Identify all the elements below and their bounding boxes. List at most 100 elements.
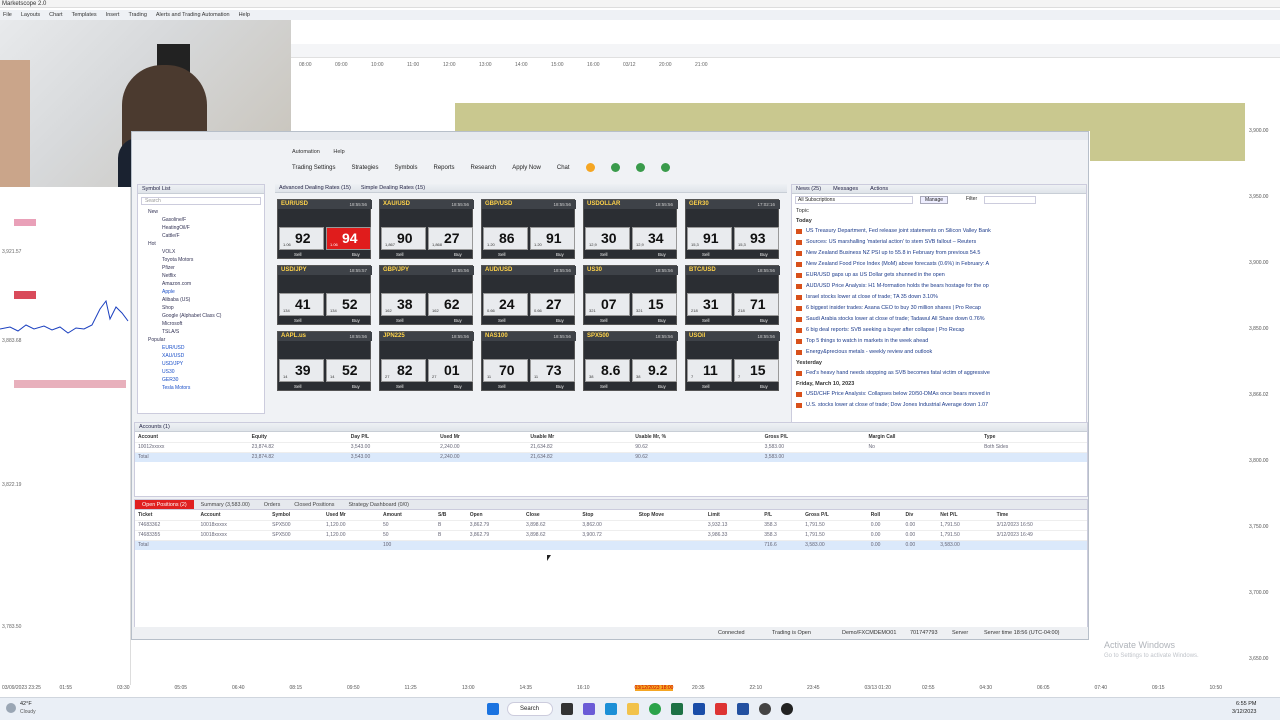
edge-icon[interactable]	[605, 703, 617, 715]
news-item[interactable]: 6 biggest insider trades: Asana CEO to b…	[792, 303, 1086, 314]
table-row[interactable]: 10012xxxxx 23,874.82 3,543.00 2,240.00 21,63…	[135, 441, 1087, 452]
toolbar-strategies-button[interactable]: Strategies	[351, 160, 378, 176]
buy-label[interactable]: Buy	[658, 383, 666, 391]
buy-label[interactable]: Buy	[352, 383, 360, 391]
buy-price-button[interactable]: 14 52	[326, 359, 371, 382]
buy-price-button[interactable]: 321 15	[632, 293, 677, 316]
sell-price-button[interactable]: 321 07	[585, 293, 630, 316]
taskbar-search[interactable]: Search	[507, 702, 553, 716]
start-icon[interactable]	[487, 703, 499, 715]
buy-label[interactable]: Buy	[454, 251, 462, 259]
symbol-list-item[interactable]: Netflix	[138, 272, 264, 280]
symbol-list-item[interactable]: Microsoft	[138, 320, 264, 328]
menu-item[interactable]: Templates	[72, 10, 97, 20]
symbol-list-item[interactable]: USD/JPY	[138, 360, 264, 368]
clock-date[interactable]: 3/12/2023	[1232, 709, 1256, 715]
news-item[interactable]: 6 big deal reports: SVB seeking a buyer …	[792, 325, 1086, 336]
menu-item[interactable]: Insert	[106, 10, 120, 20]
buy-price-button[interactable]: 1.06 94	[326, 227, 371, 250]
menu-item[interactable]: File	[3, 10, 12, 20]
news-item[interactable]: Top 5 things to watch in markets in the …	[792, 336, 1086, 347]
menu-item[interactable]: Trading	[128, 10, 146, 20]
sell-label[interactable]: Sell	[600, 317, 608, 325]
buy-label[interactable]: Buy	[556, 251, 564, 259]
sell-price-button[interactable]: 1,867 90	[381, 227, 426, 250]
toolbar-chat-button[interactable]: Chat	[557, 160, 570, 176]
sell-price-button[interactable]: 27 82	[381, 359, 426, 382]
sell-price-button[interactable]: 14 39	[279, 359, 324, 382]
toolbar-reports-button[interactable]: Reports	[434, 160, 455, 176]
explorer-icon[interactable]	[627, 703, 639, 715]
buy-label[interactable]: Buy	[352, 251, 360, 259]
buy-label[interactable]: Buy	[556, 317, 564, 325]
sell-price-button[interactable]: 218 31	[687, 293, 732, 316]
sell-label[interactable]: Sell	[498, 251, 506, 259]
toolbar-action-icon[interactable]	[635, 163, 645, 172]
tab-closed-positions[interactable]: Closed Positions	[287, 500, 341, 509]
buy-price-button[interactable]: 162 62	[428, 293, 473, 316]
symbol-list-item[interactable]: TSLA/S	[138, 328, 264, 336]
buy-price-button[interactable]: 15,3 93	[734, 227, 779, 250]
news-item[interactable]: EUR/USD gaps up as US Dollar gets shunne…	[792, 270, 1086, 281]
sell-price-button[interactable]: 1.06 92	[279, 227, 324, 250]
symbol-search[interactable]: Search	[141, 197, 261, 205]
symbol-list-item[interactable]: Apple	[138, 288, 264, 296]
symbol-list-item[interactable]: EUR/USD	[138, 344, 264, 352]
chrome-icon[interactable]	[649, 703, 661, 715]
sell-label[interactable]: Sell	[294, 383, 302, 391]
news-item[interactable]: Saudi Arabia stocks lower at close of tr…	[792, 314, 1086, 325]
sell-price-button[interactable]: 38 8.6	[585, 359, 630, 382]
news-item[interactable]: Energy&precious metals - weekly review a…	[792, 347, 1086, 358]
symbol-list-item[interactable]: Alibaba (US)	[138, 296, 264, 304]
sell-label[interactable]: Sell	[702, 317, 710, 325]
table-row[interactable]: 74683355 10018xxxxx SPX500 1,120.00 50 B 3,862…	[135, 529, 1087, 540]
store-icon[interactable]	[693, 703, 705, 715]
app-icon[interactable]	[759, 703, 771, 715]
media-icon[interactable]	[781, 703, 793, 715]
buy-price-button[interactable]: 11 73	[530, 359, 575, 382]
symbol-group-popular[interactable]: Popular	[138, 336, 264, 344]
menu-item[interactable]: Layouts	[21, 10, 40, 20]
sell-label[interactable]: Sell	[498, 383, 506, 391]
sell-label[interactable]: Sell	[600, 251, 608, 259]
task-view-icon[interactable]	[561, 703, 573, 715]
news-item[interactable]: Israel stocks lower at close of trade; T…	[792, 292, 1086, 303]
menu-item[interactable]: Help	[239, 10, 250, 20]
symbol-list-item[interactable]: GER30	[138, 376, 264, 384]
toolbar-action-icon[interactable]	[610, 163, 620, 172]
excel-icon[interactable]	[671, 703, 683, 715]
news-item[interactable]: Fed's heavy hand needs stopping as SVB b…	[792, 368, 1086, 379]
sell-label[interactable]: Sell	[702, 383, 710, 391]
news-subscription-select[interactable]: All Subscriptions	[795, 196, 913, 204]
tab-summary-[interactable]: Summary (3,583.00)	[194, 500, 257, 509]
symbol-list-item[interactable]: Cattle/F	[138, 232, 264, 240]
sell-label[interactable]: Sell	[600, 383, 608, 391]
symbol-group-new[interactable]: New	[138, 208, 264, 216]
buy-label[interactable]: Buy	[760, 317, 768, 325]
buy-label[interactable]: Buy	[352, 317, 360, 325]
menu-automation[interactable]: Automation	[292, 149, 320, 155]
sell-price-button[interactable]: 11 70	[483, 359, 528, 382]
news-item[interactable]: New Zealand Business NZ PSI up to 55.8 i…	[792, 248, 1086, 259]
sell-label[interactable]: Sell	[702, 251, 710, 259]
sell-price-button[interactable]: 12,9 30	[585, 227, 630, 250]
toolbar-action-icon[interactable]	[585, 163, 595, 172]
symbol-list-item[interactable]: Gasoline/F	[138, 216, 264, 224]
buy-label[interactable]: Buy	[658, 251, 666, 259]
buy-price-button[interactable]: 27 01	[428, 359, 473, 382]
symbol-list-item[interactable]: Google (Alphabet Class C)	[138, 312, 264, 320]
buy-label[interactable]: Buy	[760, 251, 768, 259]
clock-time[interactable]: 6:55 PM	[1236, 701, 1256, 707]
tab-actions[interactable]: Actions	[870, 185, 888, 193]
buy-price-button[interactable]: 38 9.2	[632, 359, 677, 382]
menu-item[interactable]: Chart	[49, 10, 62, 20]
news-filter-input[interactable]	[984, 196, 1036, 204]
trading-station-icon[interactable]	[737, 703, 749, 715]
sell-price-button[interactable]: 134 41	[279, 293, 324, 316]
buy-price-button[interactable]: 1.20 91	[530, 227, 575, 250]
buy-price-button[interactable]: 0.66 27	[530, 293, 575, 316]
toolbar-apply-now-button[interactable]: Apply Now	[512, 160, 541, 176]
sell-price-button[interactable]: 15,3 91	[687, 227, 732, 250]
tab-orders-[interactable]: Orders	[257, 500, 287, 509]
toolbar-action-icon[interactable]	[660, 163, 670, 172]
